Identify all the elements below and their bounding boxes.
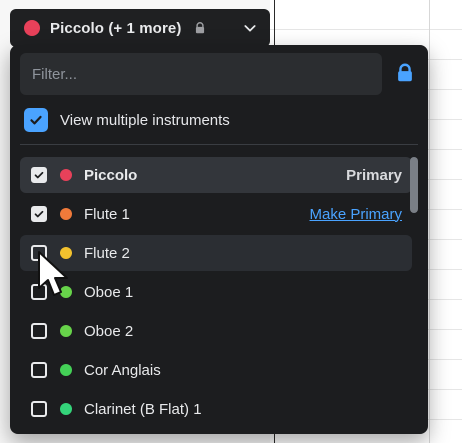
- chevron-down-icon[interactable]: [242, 20, 258, 36]
- lock-filter-button[interactable]: [392, 60, 418, 86]
- view-multiple-instruments[interactable]: View multiple instruments: [24, 107, 230, 133]
- view-multiple-checkbox[interactable]: [24, 108, 48, 132]
- instrument-checkbox[interactable]: [31, 167, 47, 183]
- make-primary-link[interactable]: Make Primary: [309, 206, 402, 223]
- lock-icon: [398, 63, 412, 82]
- instrument-checkbox[interactable]: [31, 323, 47, 339]
- instrument-label: Oboe 1: [84, 283, 134, 301]
- instrument-label: Piccolo: [84, 166, 138, 184]
- filter-input[interactable]: [20, 53, 382, 95]
- scrollbar-thumb[interactable]: [410, 157, 418, 213]
- instrument-checkbox[interactable]: [31, 362, 47, 378]
- instrument-color-dot: [60, 325, 72, 337]
- lock-icon: [196, 22, 205, 34]
- instrument-row-oboe-2[interactable]: Oboe 2: [20, 313, 412, 349]
- instrument-label: Oboe 2: [84, 322, 134, 340]
- instrument-dropdown-panel: View multiple instruments Piccolo Primar…: [10, 45, 428, 434]
- instrument-row-clarinet-1[interactable]: Clarinet (B Flat) 1: [20, 391, 412, 427]
- instrument-row-oboe-1[interactable]: Oboe 1: [20, 274, 412, 310]
- divider: [20, 144, 418, 145]
- instrument-label: Flute 1: [84, 205, 130, 223]
- instrument-color-dot: [60, 208, 72, 220]
- instrument-color-dot: [60, 247, 72, 259]
- instrument-checkbox[interactable]: [31, 206, 47, 222]
- instrument-row-piccolo[interactable]: Piccolo Primary: [20, 157, 412, 193]
- instrument-color-dot: [24, 20, 40, 36]
- instrument-selector-title: Piccolo (+ 1 more): [50, 19, 182, 37]
- view-multiple-label: View multiple instruments: [60, 111, 230, 129]
- instrument-color-dot: [60, 286, 72, 298]
- instrument-row-flute-2[interactable]: Flute 2: [20, 235, 412, 271]
- instrument-color-dot: [60, 364, 72, 376]
- checkmark-icon: [30, 115, 42, 125]
- instrument-label: Cor Anglais: [84, 361, 161, 379]
- instrument-checkbox[interactable]: [31, 284, 47, 300]
- instrument-row-cor-anglais[interactable]: Cor Anglais: [20, 352, 412, 388]
- instrument-label: Flute 2: [84, 244, 130, 262]
- score-gridline: [429, 0, 430, 443]
- instrument-list: Piccolo Primary Flute 1 Make Primary Flu…: [20, 157, 412, 434]
- primary-label: Primary: [346, 166, 402, 184]
- checkmark-icon: [34, 210, 44, 218]
- instrument-selector[interactable]: Piccolo (+ 1 more): [10, 9, 270, 47]
- instrument-color-dot: [60, 169, 72, 181]
- instrument-checkbox[interactable]: [31, 401, 47, 417]
- instrument-color-dot: [60, 403, 72, 415]
- instrument-label: Clarinet (B Flat) 1: [84, 400, 202, 418]
- instrument-row-flute-1[interactable]: Flute 1 Make Primary: [20, 196, 412, 232]
- checkmark-icon: [34, 171, 44, 179]
- instrument-checkbox[interactable]: [31, 245, 47, 261]
